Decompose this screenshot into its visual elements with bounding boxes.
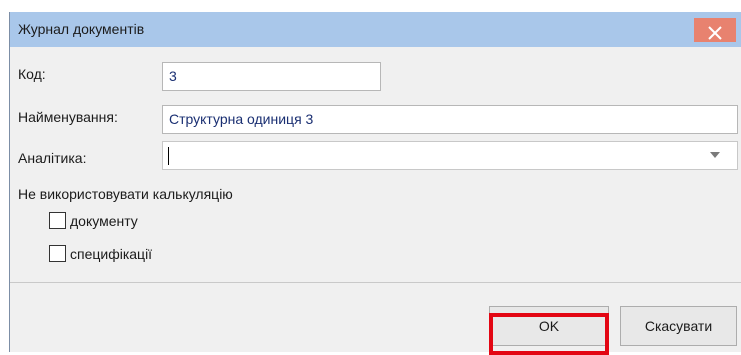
cancel-button[interactable]: Скасувати xyxy=(620,306,737,346)
calculation-heading: Не використовувати калькуляцію xyxy=(18,186,233,202)
document-journal-dialog: Журнал документів Код: 3 Найменування: С… xyxy=(9,12,741,355)
document-checkbox-label: документу xyxy=(70,213,138,229)
document-checkbox[interactable] xyxy=(49,212,66,229)
specification-checkbox[interactable] xyxy=(49,245,66,262)
code-field[interactable]: 3 xyxy=(162,62,381,91)
text-cursor xyxy=(168,147,169,165)
chevron-down-icon[interactable] xyxy=(710,152,720,158)
dialog-titlebar: Журнал документів xyxy=(10,12,741,47)
analytics-label: Аналітика: xyxy=(18,150,87,166)
close-button[interactable] xyxy=(694,18,736,42)
analytics-select[interactable] xyxy=(162,141,738,170)
dialog-title: Журнал документів xyxy=(18,21,145,37)
footer-divider xyxy=(10,282,741,283)
name-label: Найменування: xyxy=(18,109,118,125)
close-icon xyxy=(708,25,722,40)
name-field[interactable]: Структурна одиниця 3 xyxy=(162,105,738,134)
specification-checkbox-label: специфікації xyxy=(70,246,153,262)
code-label: Код: xyxy=(18,66,46,82)
ok-button[interactable]: OK xyxy=(489,306,609,346)
